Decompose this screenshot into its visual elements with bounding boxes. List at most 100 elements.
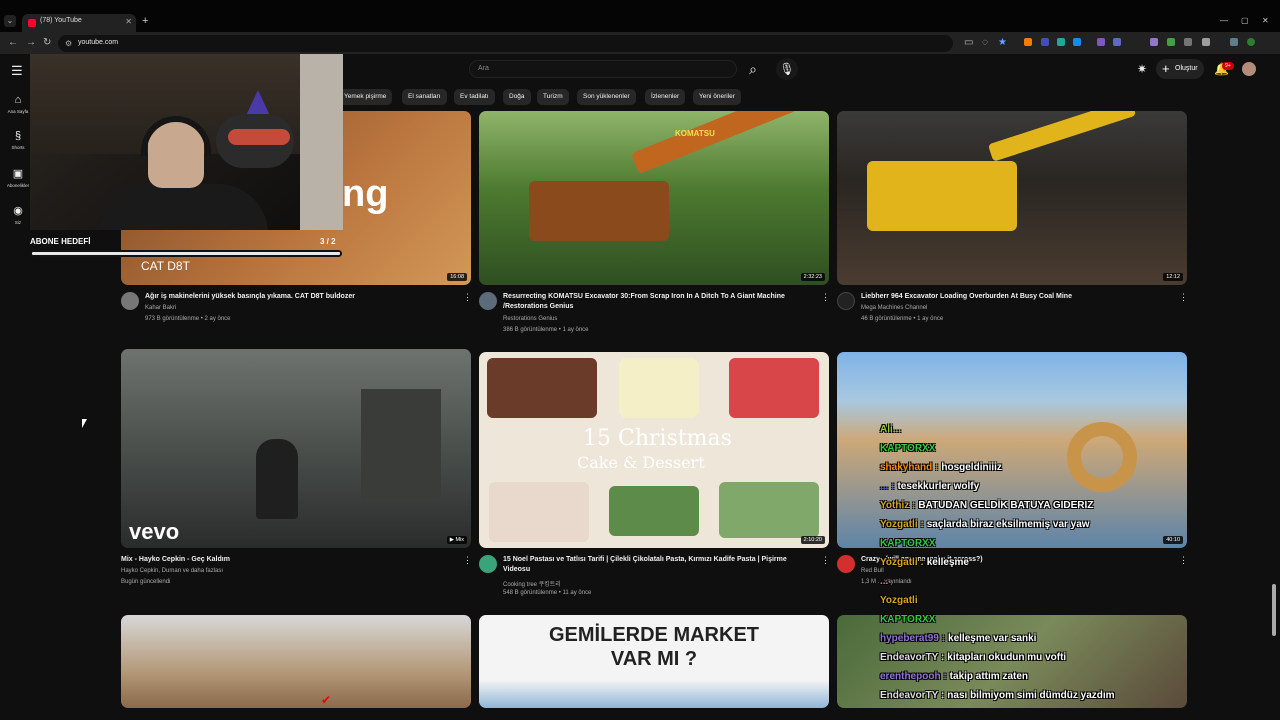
chat-username: ...	[880, 576, 889, 587]
cake-shape	[489, 482, 589, 542]
chat-username: Yozgatli	[880, 595, 918, 606]
minimize-icon[interactable]: —	[1220, 16, 1228, 25]
channel-name[interactable]: Cooking tree 쿠킹트리	[503, 579, 561, 588]
video-thumbnail[interactable]: 12:12	[837, 111, 1187, 285]
more-options-icon[interactable]: ⋮	[463, 555, 472, 566]
video-thumbnail[interactable]: ✔	[121, 615, 471, 708]
tab-list-icon[interactable]: ⌄	[4, 15, 16, 27]
cake-shape	[619, 358, 699, 418]
chip-tourism[interactable]: Turizm	[537, 89, 569, 105]
site-info-icon[interactable]: ⚙	[65, 39, 72, 48]
extension-icon[interactable]	[1167, 38, 1175, 46]
more-options-icon[interactable]: ⋮	[463, 292, 472, 303]
chip-crafts[interactable]: El sanatları	[402, 89, 447, 105]
video-meta: Bugün güncellendi	[121, 579, 171, 585]
chat-message: Ali...	[880, 424, 904, 435]
chip-cooking[interactable]: Yemek pişirme	[338, 89, 393, 105]
maximize-icon[interactable]: ▢	[1241, 16, 1249, 25]
search-input[interactable]: Ara	[469, 60, 737, 78]
profile-icon[interactable]	[1247, 38, 1255, 46]
tab-close-icon[interactable]: ✕	[125, 17, 132, 26]
chat-message: Yozgatli : kelleşme	[880, 557, 969, 568]
video-title[interactable]: Resurrecting KOMATSU Excavator 30:From S…	[503, 292, 813, 312]
thumbnail-subtext: Cake & Dessert	[577, 453, 705, 472]
chip-watched[interactable]: İzlenenler	[645, 89, 686, 105]
avatar[interactable]	[1242, 62, 1256, 76]
extensions-puzzle-icon[interactable]	[1202, 38, 1210, 46]
browser-tab[interactable]: (78) YouTube ✕	[22, 14, 136, 32]
page-scrollbar[interactable]	[1272, 584, 1276, 636]
forward-icon[interactable]: →	[26, 37, 36, 48]
search-placeholder: Ara	[478, 65, 489, 72]
chat-message: Yothiz : BATUDAN GELDİK BATUYA GIDERIZ	[880, 500, 1093, 511]
chat-username: EndeavorTY :	[880, 690, 945, 701]
donut-shape	[1067, 422, 1137, 492]
more-options-icon[interactable]: ⋮	[1179, 292, 1188, 303]
reload-icon[interactable]: ↻	[43, 37, 51, 48]
chip-new-to-you[interactable]: Yeni öneriler	[693, 89, 741, 105]
url-field[interactable]: ⚙ youtube.com	[58, 35, 953, 52]
search-icon[interactable]: ⌕	[740, 58, 766, 80]
video-title[interactable]: Ağır iş makinelerini yüksek basınçla yık…	[145, 292, 455, 302]
create-button[interactable]: + Oluştur	[1156, 59, 1204, 79]
subscriber-goal-label: ABONE HEDEFİ	[30, 237, 91, 246]
youtube-favicon-icon	[28, 19, 36, 27]
close-window-icon[interactable]: ✕	[1262, 16, 1269, 25]
excavator-shape	[529, 181, 669, 241]
chip-recently-uploaded[interactable]: Son yüklenenler	[577, 89, 636, 105]
channel-name[interactable]: Restorations Genius	[503, 316, 557, 322]
extension-icon[interactable]	[1073, 38, 1081, 46]
channel-name[interactable]: Hayko Cepkin, Duman ve daha fazlası	[121, 568, 223, 574]
extension-icon[interactable]	[1113, 38, 1121, 46]
extension-icon[interactable]	[1041, 38, 1049, 46]
checkmark-icon: ✔	[321, 693, 332, 707]
thumbnail-text: ng	[342, 173, 389, 215]
channel-avatar[interactable]	[837, 555, 855, 573]
eye-off-icon[interactable]: ◌	[982, 37, 988, 48]
hamburger-menu-icon[interactable]: ☰	[11, 63, 23, 79]
video-meta: 973 B görüntülenme • 2 ay önce	[145, 316, 231, 322]
video-thumbnail[interactable]: 15 Christmas Cake & Dessert 2:10:20	[479, 352, 829, 548]
chat-message: KAPTORXX	[880, 443, 938, 454]
url-text: youtube.com	[78, 39, 119, 46]
chip-nature[interactable]: Doğa	[503, 89, 531, 105]
chat-message: ... : tesekkurler wolfy	[880, 481, 979, 492]
excavator-shape	[867, 161, 1017, 231]
more-options-icon[interactable]: ⋮	[1179, 555, 1188, 566]
video-title[interactable]: 15 Noel Pastası ve Tatlısı Tarifi | Çile…	[503, 555, 813, 575]
channel-avatar[interactable]	[479, 292, 497, 310]
extension-gear-icon[interactable]: ✷	[1137, 62, 1147, 76]
install-icon[interactable]: ▭	[964, 37, 973, 48]
more-options-icon[interactable]: ⋮	[821, 292, 830, 303]
microphone-icon[interactable]: 🎙	[776, 58, 798, 80]
extension-icon[interactable]	[1150, 38, 1158, 46]
chat-message: erenthepooh : takip attım zaten	[880, 671, 1028, 682]
channel-name[interactable]: Kahar Bakri	[145, 305, 176, 311]
channel-name[interactable]: Mega Machines Channel	[861, 305, 927, 311]
thumbnail-subtext: CAT D8T	[141, 259, 190, 273]
chip-home-renovation[interactable]: Ev tadilatı	[454, 89, 495, 105]
extension-icon[interactable]	[1024, 38, 1032, 46]
video-thumbnail[interactable]: GEMİLERDE MARKET VAR MI ?	[479, 615, 829, 708]
video-meta: 46 B görüntülenme • 1 ay önce	[861, 316, 944, 322]
video-thumbnail[interactable]: vevo ▶ Mix	[121, 349, 471, 548]
video-thumbnail[interactable]: KOMATSU 2:32:23	[479, 111, 829, 285]
streamer-shirt	[98, 184, 268, 230]
channel-avatar[interactable]	[479, 555, 497, 573]
mascot-goggles	[228, 129, 290, 145]
extension-icon[interactable]	[1057, 38, 1065, 46]
channel-avatar[interactable]	[121, 292, 139, 310]
extension-icon[interactable]	[1184, 38, 1192, 46]
figure-silhouette	[256, 439, 298, 519]
extension-icon[interactable]	[1097, 38, 1105, 46]
extension-icon[interactable]	[1230, 38, 1238, 46]
channel-name[interactable]: Red Bull	[861, 568, 884, 574]
more-options-icon[interactable]: ⋮	[821, 555, 830, 566]
video-title[interactable]: Mix - Hayko Cepkin - Geç Kaldım	[121, 555, 451, 565]
bookmark-star-icon[interactable]: ★	[998, 37, 1007, 48]
back-icon[interactable]: ←	[8, 37, 18, 48]
chat-username: KAPTORXX	[880, 538, 936, 549]
video-title[interactable]: Liebherr 964 Excavator Loading Overburde…	[861, 292, 1171, 302]
new-tab-icon[interactable]: +	[142, 15, 148, 27]
channel-avatar[interactable]	[837, 292, 855, 310]
